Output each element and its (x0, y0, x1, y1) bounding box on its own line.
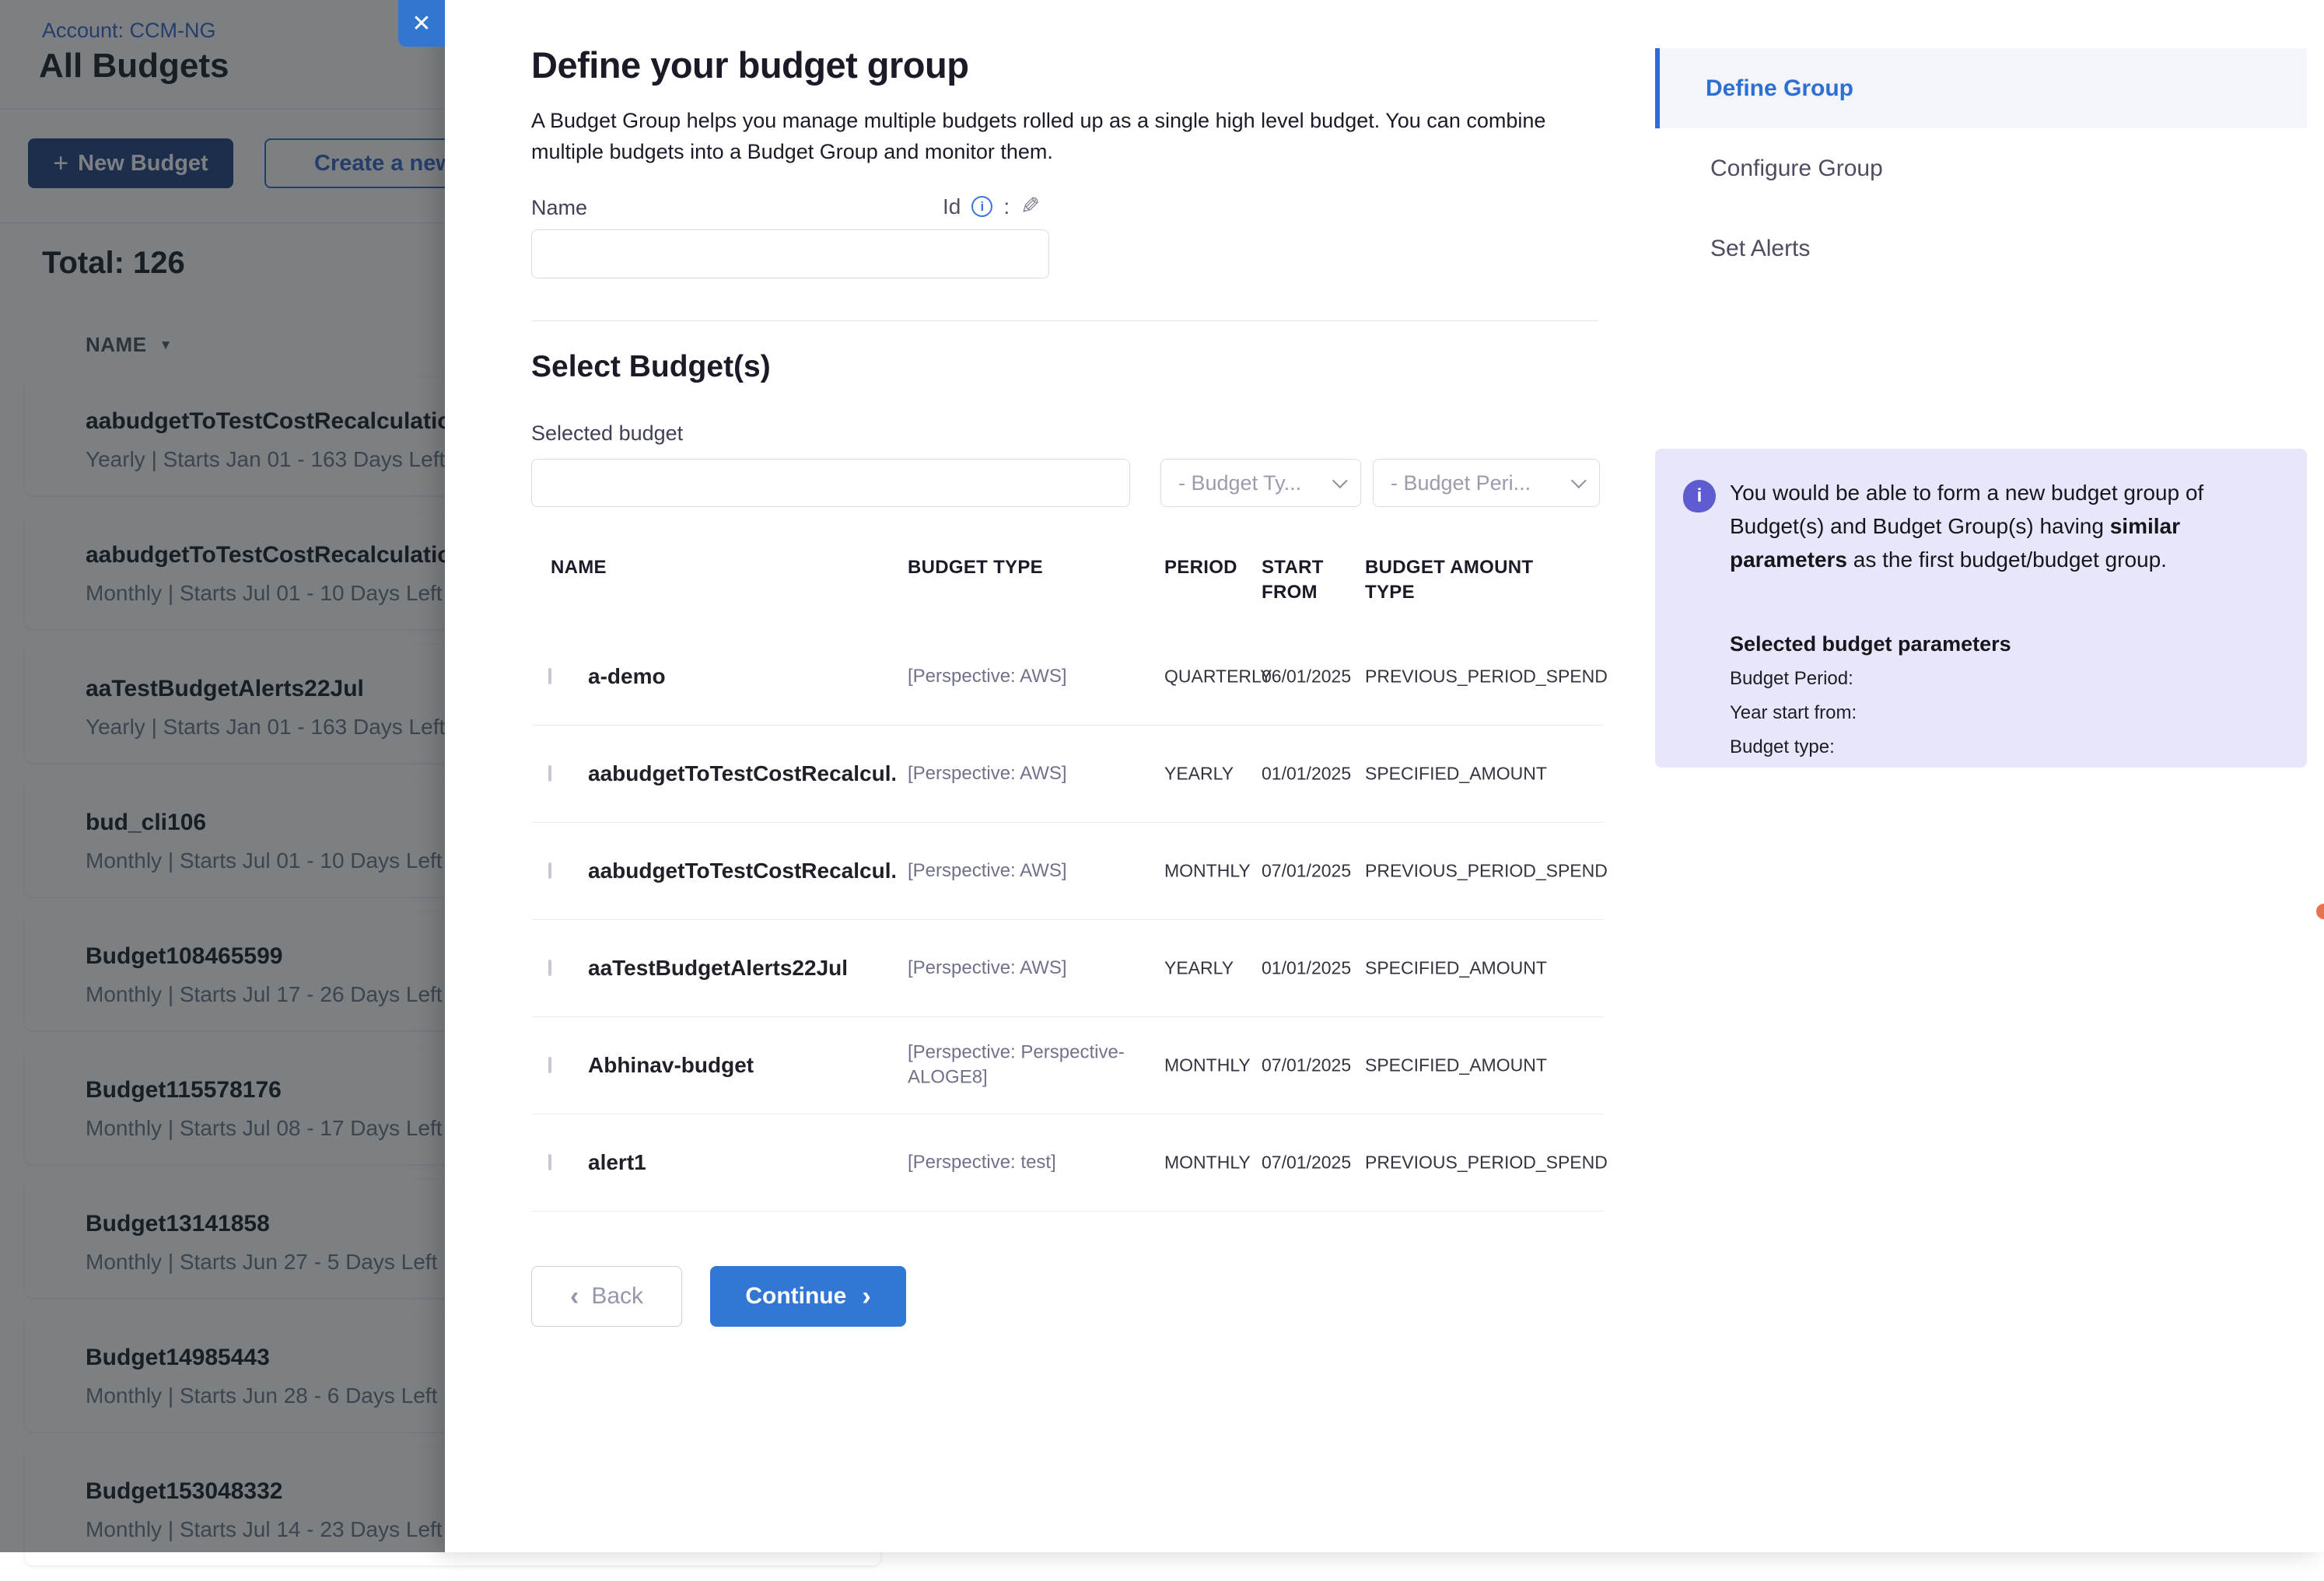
row-checkbox[interactable] (548, 1057, 551, 1073)
row-period: MONTHLY (1164, 1153, 1251, 1174)
row-start-from: 01/01/2025 (1262, 958, 1351, 979)
row-checkbox[interactable] (548, 960, 551, 976)
row-budget-name: alert1 (588, 1150, 895, 1175)
row-perspective: [Perspective: Perspective-ALOGE8] (908, 1041, 1145, 1091)
info-panel-text: You would be able to form a new budget g… (1730, 477, 2282, 576)
budget-table-row[interactable]: alert1 [Perspective: test] MONTHLY 07/01… (531, 1114, 1604, 1212)
wizard-step-label: Set Alerts (1710, 236, 1810, 262)
row-start-from: 01/01/2025 (1262, 764, 1351, 785)
param-item: Budget type: (1730, 736, 1857, 758)
group-name-input[interactable] (531, 229, 1049, 278)
id-label: Id (943, 194, 961, 219)
select-budgets-heading: Select Budget(s) (531, 350, 771, 384)
budget-period-dropdown[interactable]: - Budget Peri... (1373, 459, 1600, 507)
row-amount-type: PREVIOUS_PERIOD_SPEND (1365, 666, 1608, 687)
drawer-title: Define your budget group (531, 44, 968, 86)
budget-table-header: NAME BUDGET TYPE PERIOD START FROM BUDGE… (531, 555, 1604, 628)
param-item: Budget Period: (1730, 668, 1857, 690)
col-header-start-from: START FROM (1262, 555, 1335, 606)
row-checkbox[interactable] (548, 668, 551, 684)
budget-period-dropdown-value: - Budget Peri... (1391, 471, 1531, 495)
budget-table-row[interactable]: aaTestBudgetAlerts22Jul [Perspective: AW… (531, 920, 1604, 1017)
row-amount-type: PREVIOUS_PERIOD_SPEND (1365, 1153, 1608, 1174)
selected-budget-label: Selected budget (531, 421, 683, 446)
back-button[interactable]: ‹ Back (531, 1266, 682, 1327)
param-item: Year start from: (1730, 702, 1857, 724)
row-start-from: 07/01/2025 (1262, 1055, 1351, 1076)
row-start-from: 07/01/2025 (1262, 861, 1351, 882)
budget-table-row[interactable]: aabudgetToTestCostRecalcul... [Perspecti… (531, 726, 1604, 823)
budget-table-row[interactable]: Abhinav-budget [Perspective: Perspective… (531, 1017, 1604, 1114)
col-header-name: NAME (551, 555, 607, 580)
col-header-period: PERIOD (1164, 555, 1237, 580)
row-period: MONTHLY (1164, 861, 1251, 882)
row-checkbox[interactable] (548, 1154, 551, 1170)
row-budget-name: Abhinav-budget (588, 1053, 895, 1078)
row-start-from: 06/01/2025 (1262, 666, 1351, 687)
row-amount-type: SPECIFIED_AMOUNT (1365, 764, 1547, 785)
continue-button[interactable]: Continue › (710, 1266, 906, 1327)
selected-params-heading: Selected budget parameters (1730, 632, 2011, 656)
edit-id-pencil-icon[interactable]: ✎ (1020, 193, 1040, 220)
row-perspective: [Perspective: test] (908, 1150, 1145, 1175)
chevron-right-icon: › (862, 1283, 870, 1310)
wizard-step[interactable]: Configure Group (1655, 128, 2307, 208)
back-label: Back (591, 1283, 643, 1310)
row-amount-type: SPECIFIED_AMOUNT (1365, 1055, 1547, 1076)
row-period: QUARTERLY (1164, 666, 1272, 687)
row-period: YEARLY (1164, 958, 1234, 979)
close-icon: ✕ (411, 10, 431, 37)
wizard-step[interactable]: Define Group (1655, 48, 2307, 128)
drawer-close-button[interactable]: ✕ (398, 0, 445, 47)
wizard-step-label: Define Group (1706, 75, 1853, 102)
row-budget-name: aabudgetToTestCostRecalcul... (588, 859, 895, 883)
id-colon: : (1003, 194, 1010, 219)
row-perspective: [Perspective: AWS] (908, 859, 1145, 883)
section-divider (531, 320, 1598, 321)
row-amount-type: PREVIOUS_PERIOD_SPEND (1365, 861, 1608, 882)
row-checkbox[interactable] (548, 765, 551, 782)
info-panel: i You would be able to form a new budget… (1655, 449, 2307, 768)
chevron-down-icon (1332, 473, 1348, 488)
id-info-icon[interactable]: i (971, 196, 992, 217)
id-row: Id i : ✎ (943, 193, 1040, 220)
row-checkbox[interactable] (548, 862, 551, 879)
row-start-from: 07/01/2025 (1262, 1153, 1351, 1174)
budget-table-body: a-demo [Perspective: AWS] QUARTERLY 06/0… (531, 628, 1604, 1212)
budget-type-dropdown[interactable]: - Budget Ty... (1160, 459, 1361, 507)
info-text-part2: as the first budget/budget group. (1847, 547, 2167, 572)
row-period: MONTHLY (1164, 1055, 1251, 1076)
col-header-budget-amount-type: BUDGET AMOUNT TYPE (1365, 555, 1544, 606)
selected-params-list: Budget Period: Year start from: Budget t… (1730, 668, 1857, 771)
row-perspective: [Perspective: AWS] (908, 761, 1145, 786)
row-period: YEARLY (1164, 764, 1234, 785)
chevron-left-icon: ‹ (570, 1283, 579, 1310)
row-perspective: [Perspective: AWS] (908, 664, 1145, 689)
selected-budget-search-input[interactable] (531, 459, 1130, 507)
budget-table-row[interactable]: a-demo [Perspective: AWS] QUARTERLY 06/0… (531, 628, 1604, 726)
row-budget-name: a-demo (588, 664, 895, 689)
continue-label: Continue (745, 1283, 846, 1310)
budget-table-row[interactable]: aabudgetToTestCostRecalcul... [Perspecti… (531, 823, 1604, 920)
wizard-step-label: Configure Group (1710, 156, 1883, 182)
budget-type-dropdown-value: - Budget Ty... (1178, 471, 1301, 495)
drawer-description: A Budget Group helps you manage multiple… (531, 106, 1589, 168)
chevron-down-icon (1571, 473, 1587, 488)
row-perspective: [Perspective: AWS] (908, 956, 1145, 981)
wizard-step[interactable]: Set Alerts (1655, 208, 2307, 289)
row-budget-name: aaTestBudgetAlerts22Jul (588, 956, 895, 981)
name-field-label: Name (531, 196, 587, 220)
info-icon: i (1683, 480, 1716, 512)
row-budget-name: aabudgetToTestCostRecalcul... (588, 761, 895, 786)
wizard-steps: Define Group Configure Group Set Alerts (1655, 48, 2307, 289)
budget-group-drawer: Define your budget group A Budget Group … (445, 0, 2324, 1552)
row-amount-type: SPECIFIED_AMOUNT (1365, 958, 1547, 979)
col-header-budget-type: BUDGET TYPE (908, 555, 1043, 580)
